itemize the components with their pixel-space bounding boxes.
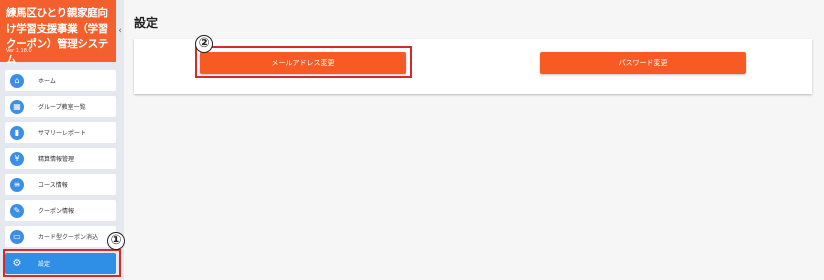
app-brand-header: 練馬区ひとり親家庭向け学習支援事業（学習クーポン）管理システム Ver 1.18… — [0, 0, 116, 66]
annotation-highlight-email — [195, 46, 412, 78]
sidebar-item-label: カード型クーポン消込 — [38, 234, 99, 241]
sidebar-item-label: 精算情報管理 — [38, 156, 75, 163]
annotation-step-2: ② — [195, 35, 213, 53]
sidebar-item-label: グループ教室一覧 — [38, 104, 86, 111]
sidebar-item-coupon-info[interactable]: ✎ クーポン情報 — [5, 200, 116, 221]
sidebar-item-settlement[interactable]: ¥ 精算情報管理 — [5, 148, 116, 169]
ticket-icon: ✎ — [10, 203, 24, 218]
sidebar-item-label: コース情報 — [38, 182, 68, 189]
list-icon: ≡ — [10, 177, 24, 192]
change-password-button[interactable]: パスワード変更 — [540, 52, 746, 74]
sidebar-item-card-coupon[interactable]: ▭ カード型クーポン消込 — [5, 226, 116, 247]
sidebar-item-course-info[interactable]: ≡ コース情報 — [5, 174, 116, 195]
sidebar-item-home[interactable]: ⌂ ホーム — [5, 70, 116, 91]
sidebar: 練馬区ひとり親家庭向け学習支援事業（学習クーポン）管理システム Ver 1.18… — [0, 0, 124, 280]
sidebar-item-summary-report[interactable]: ▮ サマリーレポート — [5, 122, 116, 143]
page-title: 設定 — [134, 16, 159, 30]
money-icon: ¥ — [10, 151, 24, 166]
bar-chart-icon: ▮ — [10, 125, 24, 140]
collapse-sidebar-icon[interactable]: ‹ — [116, 24, 124, 38]
annotation-highlight-settings — [3, 249, 121, 277]
app-version: Ver 1.18.0 — [6, 48, 32, 54]
app-title: 練馬区ひとり親家庭向け学習支援事業（学習クーポン）管理システム — [6, 7, 108, 66]
sidebar-item-group-classrooms[interactable]: ▦ グループ教室一覧 — [5, 96, 116, 117]
building-icon: ▦ — [10, 99, 24, 114]
sidebar-item-label: クーポン情報 — [38, 208, 75, 215]
sidebar-item-label: ホーム — [38, 78, 56, 85]
annotation-step-1: ① — [107, 232, 125, 250]
card-icon: ▭ — [10, 229, 24, 244]
home-icon: ⌂ — [10, 73, 24, 88]
sidebar-item-label: サマリーレポート — [38, 130, 87, 137]
